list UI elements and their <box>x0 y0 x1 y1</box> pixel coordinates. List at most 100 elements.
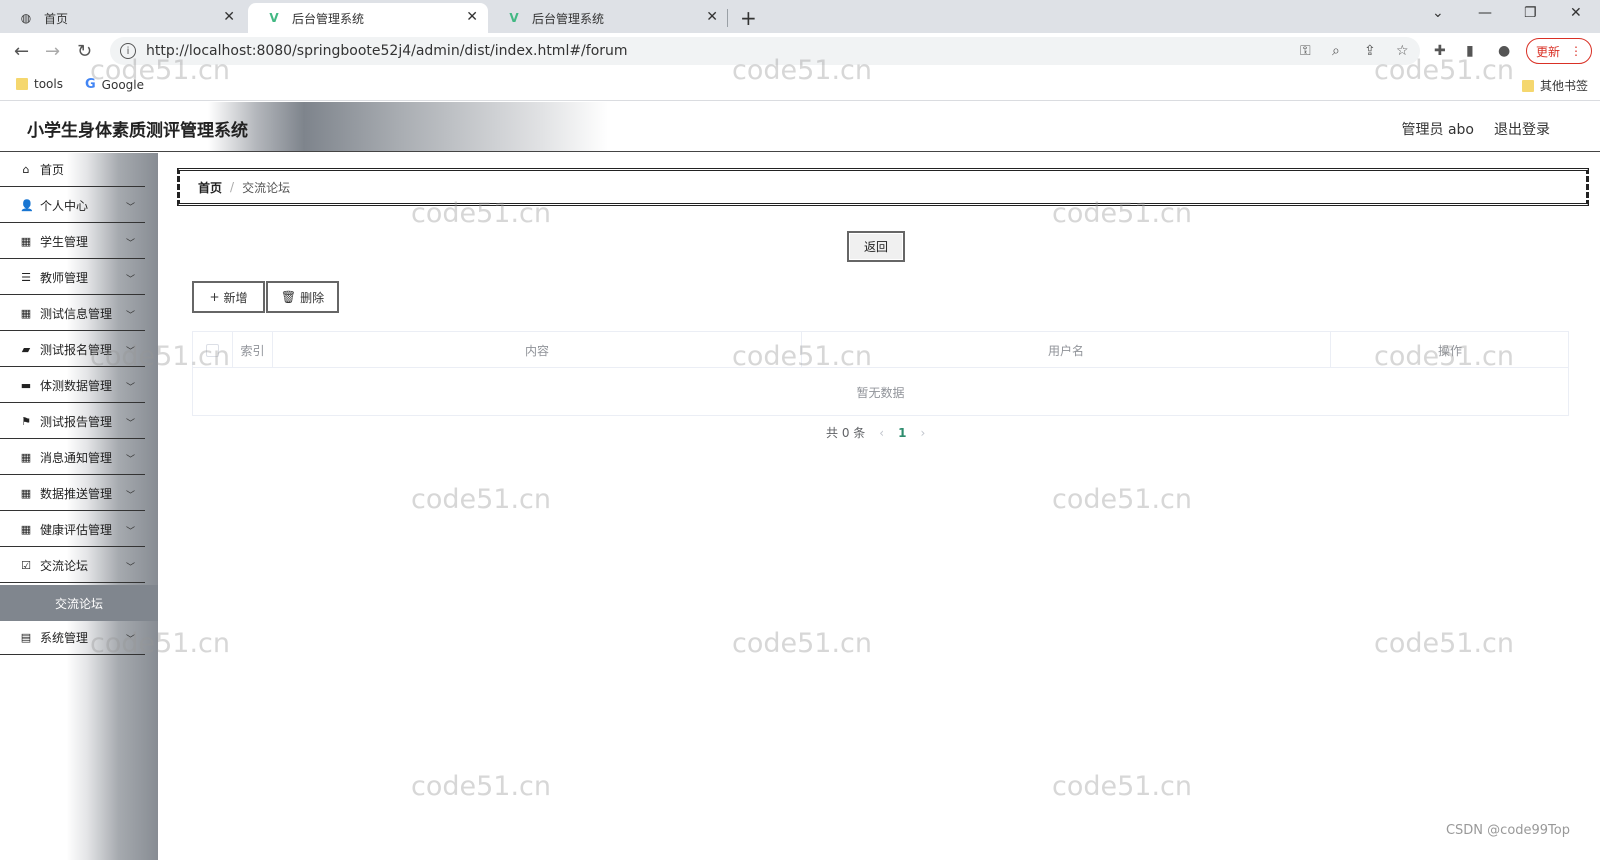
bookmark-other[interactable]: 其他书签 <box>1522 77 1588 94</box>
watermark: code51.cn <box>1052 771 1193 802</box>
update-button[interactable]: 更新 ⋮ <box>1526 38 1592 64</box>
tab-title: 后台管理系统 <box>292 11 365 26</box>
key-icon[interactable]: ⚿ <box>1300 43 1311 59</box>
sidebar-item-health-assessment[interactable]: ▦ 健康评估管理 ﹀ <box>0 513 145 547</box>
google-icon: G <box>85 77 96 92</box>
sidebar-item-label: 个人中心 <box>40 199 89 213</box>
pagination-total: 共 0 条 <box>826 426 866 440</box>
add-button[interactable]: + 新增 <box>192 281 265 313</box>
sidebar-item-label: 消息通知管理 <box>40 451 113 465</box>
select-all-cell <box>193 332 233 368</box>
sidebar-item-label: 系统管理 <box>40 631 89 645</box>
grid-icon: ▦ <box>20 523 32 536</box>
back-button[interactable]: 返回 <box>847 231 905 262</box>
sidebar-subitem-forum[interactable]: 交流论坛 <box>0 585 158 621</box>
sidebar-item-forum[interactable]: ☑ 交流论坛 ﹀ <box>0 549 145 583</box>
browser-tab-admin-active[interactable]: V 后台管理系统 ✕ <box>248 3 488 33</box>
sidebar-item-label: 数据推送管理 <box>40 487 113 501</box>
folder-icon <box>16 78 28 90</box>
sidebar-item-label: 健康评估管理 <box>40 523 113 537</box>
app-header: 小学生身体素质测评管理系统 管理员 abo 退出登录 <box>0 102 1600 152</box>
close-window-icon[interactable]: ✕ <box>1570 5 1582 21</box>
sidebar-item-label: 测试报告管理 <box>40 415 113 429</box>
bookmark-label: tools <box>34 77 63 91</box>
sidebar-item-label: 体测数据管理 <box>40 379 113 393</box>
briefcase-icon: ▬ <box>20 379 32 392</box>
sidebar-item-students[interactable]: ▦ 学生管理 ﹀ <box>0 225 145 259</box>
restore-icon[interactable]: ❐ <box>1524 5 1537 21</box>
next-page-icon[interactable]: › <box>920 426 925 440</box>
sidebar-item-notifications[interactable]: ▦ 消息通知管理 ﹀ <box>0 441 145 475</box>
profile-icon[interactable]: ● <box>1498 43 1510 59</box>
sidebar-item-system[interactable]: ▤ 系统管理 ﹀ <box>0 621 145 655</box>
watermark: code51.cn <box>1374 628 1515 659</box>
breadcrumb-home[interactable]: 首页 <box>198 179 222 196</box>
close-tab-icon[interactable]: ✕ <box>466 9 478 25</box>
breadcrumb-current: 交流论坛 <box>242 180 291 195</box>
user-icon: 👤 <box>20 199 34 212</box>
sidebar-item-home[interactable]: ⌂ 首页 <box>0 153 145 187</box>
sidebar-item-test-registration[interactable]: ▰ 测试报名管理 ﹀ <box>0 333 145 367</box>
logout-link[interactable]: 退出登录 <box>1494 119 1550 139</box>
breadcrumb-separator: / <box>230 180 235 194</box>
chevron-down-icon: ﹀ <box>125 239 135 249</box>
info-icon[interactable]: i <box>120 43 136 59</box>
column-header-username: 用户名 <box>802 332 1331 368</box>
zoom-icon[interactable]: ⌕ <box>1332 43 1340 59</box>
chevron-down-icon: ﹀ <box>125 491 135 501</box>
sidebar-item-label: 测试报名管理 <box>40 343 113 357</box>
forward-arrow-icon[interactable]: → <box>45 41 60 62</box>
tab-search-icon[interactable]: ⌄ <box>1432 5 1444 21</box>
chevron-down-icon: ﹀ <box>125 347 135 357</box>
plus-icon: + <box>209 290 220 304</box>
book-icon: ▰ <box>21 343 31 356</box>
sidebar-item-data-push[interactable]: ▦ 数据推送管理 ﹀ <box>0 477 145 511</box>
new-tab-icon[interactable]: + <box>740 6 757 30</box>
close-tab-icon[interactable]: ✕ <box>223 9 235 25</box>
sidebar-item-test-reports[interactable]: ⚑ 测试报告管理 ﹀ <box>0 405 145 439</box>
reload-icon[interactable]: ↻ <box>77 41 92 62</box>
footer-credit: CSDN @code99Top <box>1445 823 1570 838</box>
add-label: 新增 <box>223 290 248 305</box>
share-icon[interactable]: ⇪ <box>1364 43 1376 59</box>
browser-tab-admin[interactable]: V 后台管理系统 ✕ <box>488 3 728 33</box>
back-arrow-icon[interactable]: ← <box>14 41 29 62</box>
url-text: http://localhost:8080/springboote52j4/ad… <box>146 43 628 59</box>
watermark: code51.cn <box>1052 484 1193 515</box>
trash-icon: 🗑 <box>280 290 297 304</box>
breadcrumb: 首页 / 交流论坛 <box>177 168 1589 206</box>
pagination-current-page[interactable]: 1 <box>898 426 906 440</box>
address-bar[interactable]: i http://localhost:8080/springboote52j4/… <box>110 37 1420 65</box>
bookmark-google[interactable]: G Google <box>85 77 144 92</box>
list-icon: ☰ <box>21 271 31 284</box>
sidebar-item-test-info[interactable]: ▦ 测试信息管理 ﹀ <box>0 297 145 331</box>
app-title: 小学生身体素质测评管理系统 <box>27 121 248 141</box>
prev-page-icon[interactable]: ‹ <box>879 426 884 440</box>
close-tab-icon[interactable]: ✕ <box>706 9 718 25</box>
bookmark-label: Google <box>101 77 144 92</box>
star-icon[interactable]: ☆ <box>1396 43 1409 59</box>
header-user-area: 管理员 abo 退出登录 <box>1402 119 1550 139</box>
sidebar-item-fitness-data[interactable]: ▬ 体测数据管理 ﹀ <box>0 369 145 403</box>
more-menu-icon: ⋮ <box>1570 44 1582 58</box>
sidebar-item-label: 首页 <box>40 163 65 177</box>
tab-title: 后台管理系统 <box>532 11 605 26</box>
minimize-icon[interactable]: — <box>1478 5 1492 21</box>
sidebar-item-profile[interactable]: 👤 个人中心 ﹀ <box>0 189 145 223</box>
chevron-down-icon: ﹀ <box>125 275 135 285</box>
update-label: 更新 <box>1535 44 1560 59</box>
chevron-up-icon: ﹀ <box>125 563 135 573</box>
browser-tab-home[interactable]: ◍ 首页 ✕ <box>0 3 245 33</box>
watermark: code51.cn <box>732 628 873 659</box>
column-header-content: 内容 <box>273 332 802 368</box>
sidebar-item-teachers[interactable]: ☰ 教师管理 ﹀ <box>0 261 145 295</box>
sidebar-item-label: 测试信息管理 <box>40 307 113 321</box>
side-panel-icon[interactable]: ▮ <box>1466 43 1474 59</box>
vue-logo-icon: V <box>509 11 519 25</box>
watermark: code51.cn <box>411 771 552 802</box>
select-all-checkbox[interactable] <box>206 343 219 357</box>
delete-button[interactable]: 🗑 删除 <box>266 281 339 313</box>
bookmark-tools[interactable]: tools <box>16 77 63 91</box>
clipboard-icon: ☑ <box>21 559 31 572</box>
extensions-icon[interactable]: ✚ <box>1434 43 1446 59</box>
